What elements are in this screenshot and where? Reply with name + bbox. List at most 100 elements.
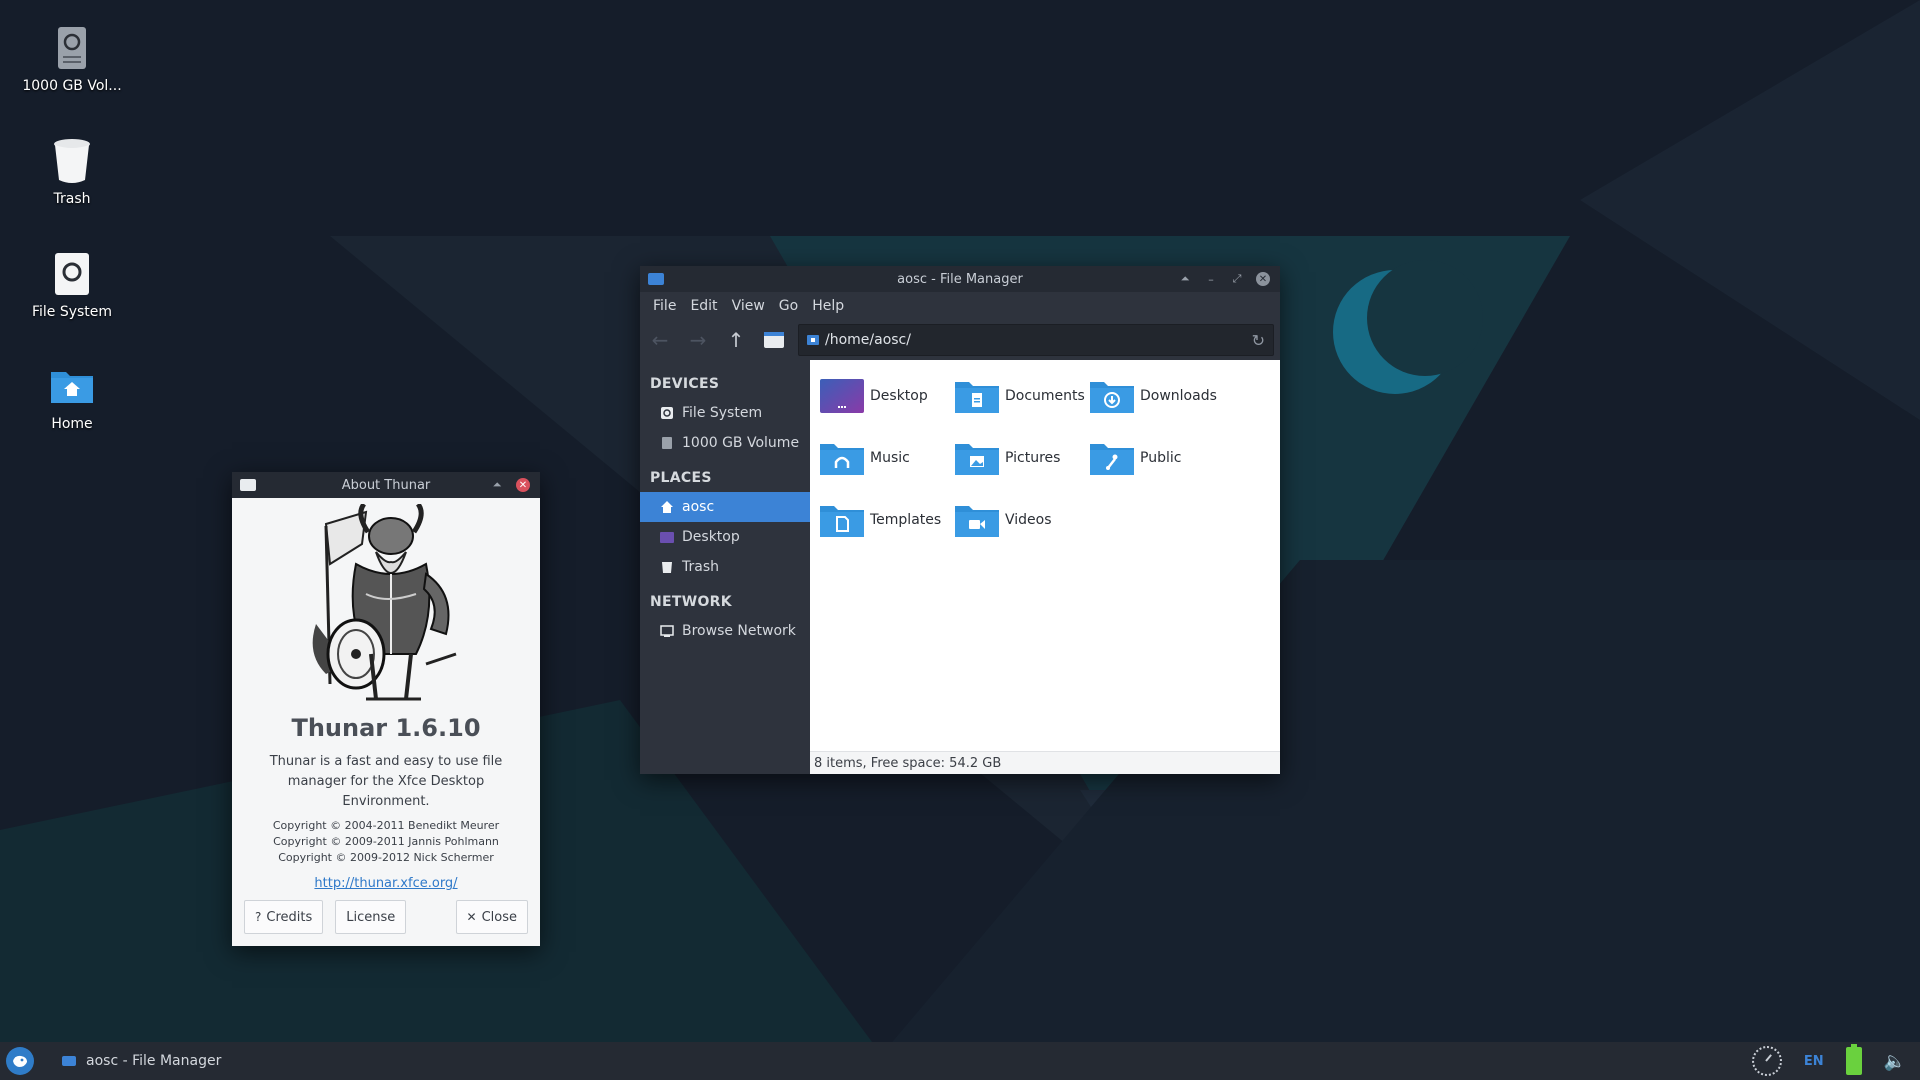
sidebar-heading-devices: DEVICES: [650, 376, 720, 392]
credits-button[interactable]: ? Credits: [244, 900, 324, 934]
menu-help[interactable]: Help: [805, 298, 851, 314]
sidebar-heading-network: NETWORK: [650, 594, 732, 610]
menu-edit[interactable]: Edit: [683, 298, 724, 314]
file-name: Documents: [1005, 388, 1085, 404]
forward-arrow-icon[interactable]: →: [684, 326, 712, 354]
sidebar-item-file-system[interactable]: File System: [640, 398, 810, 428]
maximize-button[interactable]: ⤢: [1230, 272, 1244, 286]
file-name: Pictures: [1005, 450, 1061, 466]
taskbar: aosc - File Manager EN 🔈: [0, 1042, 1920, 1080]
copyright-line: Copyright © 2004-2011 Benedikt Meurer: [272, 819, 500, 832]
close-button[interactable]: ✕: [516, 478, 530, 492]
taskbar-item-label: aosc - File Manager: [86, 1053, 222, 1069]
credits-label: Credits: [266, 909, 313, 925]
music-folder-icon: [820, 441, 864, 475]
battery-icon[interactable]: [1845, 1044, 1862, 1075]
file-grid: Desktop Documents Downloads Music Pictur…: [820, 374, 1225, 542]
desktop-icon: [660, 530, 674, 544]
location-bar[interactable]: /home/aosc/ ↻: [798, 324, 1274, 356]
clock-icon[interactable]: [1751, 1046, 1782, 1076]
sidebar-item-aosc[interactable]: aosc: [640, 492, 810, 522]
public-folder-icon: [1090, 441, 1134, 475]
sidebar-item-label: aosc: [682, 499, 715, 515]
window-app-icon: [648, 273, 664, 285]
file-item-desktop[interactable]: Desktop: [820, 374, 955, 418]
sidebar: DEVICES File System 1000 GB Volume PLACE…: [640, 360, 810, 774]
about-titlebar[interactable]: About Thunar ⏶ ✕: [232, 472, 540, 498]
network-icon: [660, 624, 674, 638]
close-icon: ✕: [466, 910, 477, 924]
window-app-icon: [240, 479, 256, 491]
templates-folder-icon: [820, 503, 864, 537]
file-manager-titlebar[interactable]: aosc - File Manager ⏶ – ⤢ ✕: [640, 266, 1280, 292]
sidebar-item-label: File System: [682, 405, 763, 421]
file-item-templates[interactable]: Templates: [820, 498, 955, 542]
sidebar-item-label: Trash: [682, 559, 719, 575]
file-view[interactable]: Desktop Documents Downloads Music Pictur…: [810, 360, 1280, 774]
close-label: Close: [481, 909, 517, 925]
taskbar-item-file-manager[interactable]: aosc - File Manager: [54, 1042, 229, 1080]
home-folder-icon: [46, 360, 98, 412]
start-menu-button[interactable]: [6, 1047, 34, 1075]
back-arrow-icon[interactable]: ←: [646, 326, 674, 354]
desktop-icon-trash[interactable]: Trash: [12, 135, 132, 207]
file-item-videos[interactable]: Videos: [955, 498, 1090, 542]
copyright-block: Copyright © 2004-2011 Benedikt Meurer Co…: [232, 818, 540, 866]
close-button[interactable]: ✕: [1256, 272, 1270, 286]
app-description: Thunar is a fast and easy to use file ma…: [269, 754, 503, 809]
copyright-line: Copyright © 2009-2012 Nick Schermer: [278, 851, 494, 864]
trash-icon: [46, 135, 98, 187]
drive-icon: [660, 406, 674, 420]
file-item-documents[interactable]: Documents: [955, 374, 1090, 418]
desktop-folder-icon: [820, 379, 864, 413]
app-name-version: Thunar 1.6.10: [291, 714, 481, 742]
website-link[interactable]: http://thunar.xfce.org/: [314, 876, 457, 891]
file-name: Templates: [870, 512, 942, 528]
sidebar-item-trash[interactable]: Trash: [640, 552, 810, 582]
location-path[interactable]: /home/aosc/: [825, 332, 1252, 348]
home-location-icon: [807, 335, 819, 345]
status-bar: 8 items, Free space: 54.2 GB: [810, 751, 1280, 774]
help-icon: ?: [255, 910, 262, 924]
file-manager-window: aosc - File Manager ⏶ – ⤢ ✕ File Edit Vi…: [640, 266, 1280, 774]
sidebar-item-browse-network[interactable]: Browse Network: [640, 616, 810, 646]
keyboard-layout-indicator[interactable]: EN: [1804, 1054, 1824, 1069]
desktop-icon-label: File System: [31, 304, 113, 320]
desktop-icon-filesystem[interactable]: File System: [12, 248, 132, 320]
menubar: File Edit View Go Help: [640, 292, 1280, 320]
file-item-pictures[interactable]: Pictures: [955, 436, 1090, 480]
reload-icon[interactable]: ↻: [1252, 331, 1265, 350]
trash-icon: [660, 560, 674, 574]
hard-drive-icon: [46, 22, 98, 74]
up-arrow-icon[interactable]: ↑: [722, 326, 750, 354]
file-name: Music: [870, 450, 910, 466]
desktop-icon-volume[interactable]: 1000 GB Vol...: [12, 22, 132, 94]
menu-view[interactable]: View: [725, 298, 772, 314]
desktop-icon-home[interactable]: Home: [12, 360, 132, 432]
sidebar-item-label: Browse Network: [682, 623, 796, 639]
sidebar-heading-places: PLACES: [650, 470, 712, 486]
shade-button[interactable]: ⏶: [490, 478, 504, 492]
home-icon: [660, 500, 674, 514]
volume-icon[interactable]: 🔈: [1884, 1051, 1906, 1072]
close-dialog-button[interactable]: ✕ Close: [455, 900, 528, 934]
sidebar-item-label: Desktop: [682, 529, 740, 545]
file-item-public[interactable]: Public: [1090, 436, 1225, 480]
file-name: Public: [1140, 450, 1182, 466]
sidebar-item-desktop[interactable]: Desktop: [640, 522, 810, 552]
menu-file[interactable]: File: [646, 298, 683, 314]
menu-go[interactable]: Go: [772, 298, 805, 314]
file-name: Downloads: [1140, 388, 1217, 404]
sidebar-item-1000gb-volume[interactable]: 1000 GB Volume: [640, 428, 810, 458]
minimize-button[interactable]: –: [1204, 272, 1218, 286]
hard-drive-icon: [660, 436, 674, 450]
license-button[interactable]: License: [335, 900, 407, 934]
file-item-downloads[interactable]: Downloads: [1090, 374, 1225, 418]
shade-button[interactable]: ⏶: [1178, 272, 1192, 286]
desktop-icon-label: Home: [51, 416, 93, 432]
copyright-line: Copyright © 2009-2011 Jannis Pohlmann: [273, 835, 499, 848]
file-name: Videos: [1005, 512, 1052, 528]
new-window-icon[interactable]: [760, 326, 788, 354]
file-item-music[interactable]: Music: [820, 436, 955, 480]
pictures-folder-icon: [955, 441, 999, 475]
